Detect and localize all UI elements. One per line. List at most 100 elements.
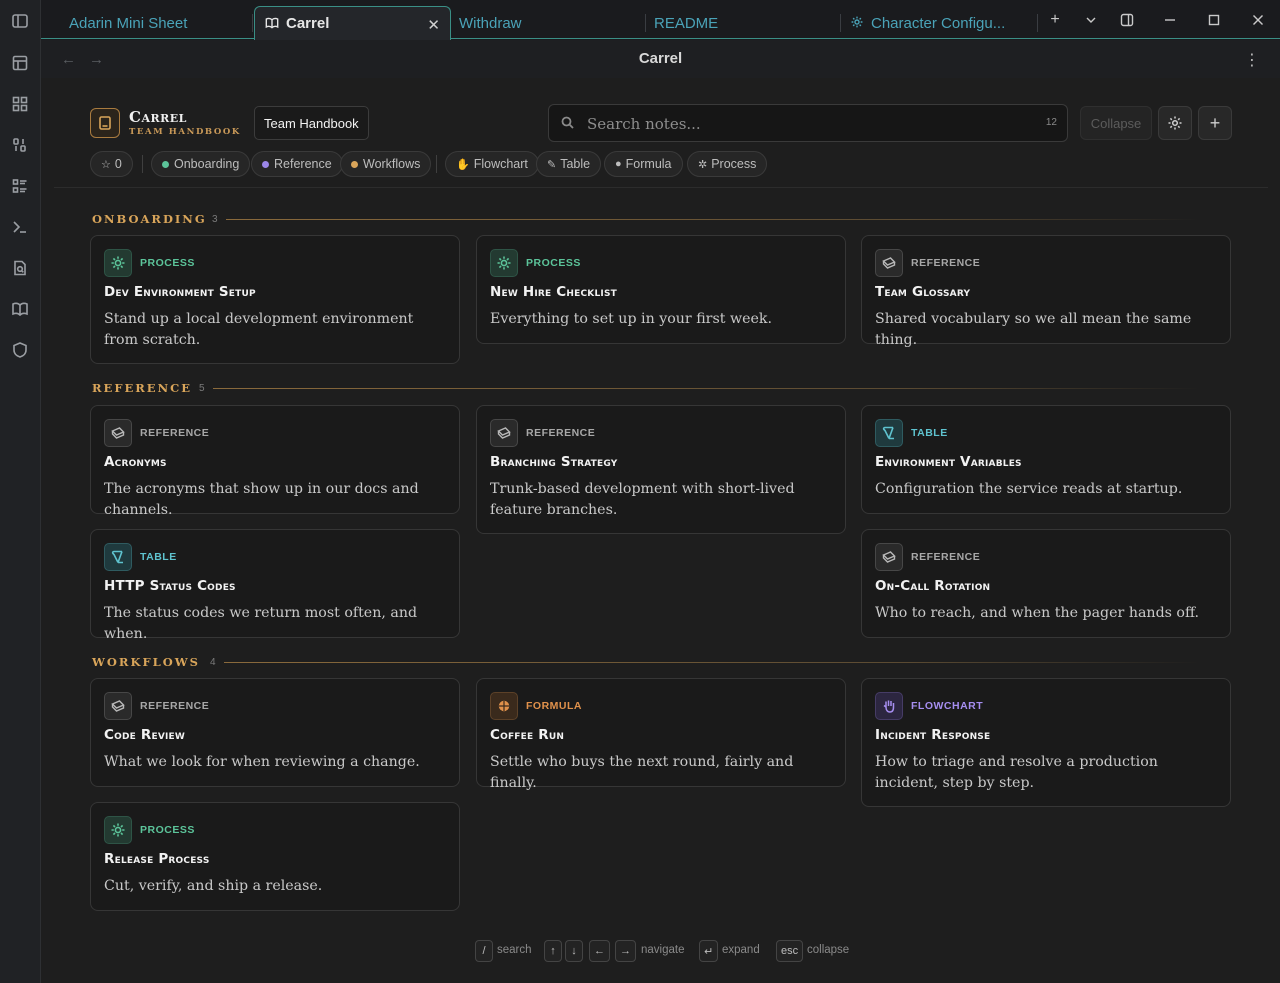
chip-label: Process: [711, 157, 757, 171]
collapse-button[interactable]: Collapse: [1080, 106, 1152, 140]
card-title: Branching Strategy: [490, 454, 618, 470]
brand-subtitle: TEAM HANDBOOK: [129, 127, 241, 137]
card-type: PROCESS: [140, 824, 195, 836]
tab-carrel[interactable]: Carrel ✕: [254, 6, 451, 40]
new-tab-icon[interactable]: +: [1045, 10, 1065, 30]
minimize-icon[interactable]: [1160, 10, 1180, 30]
maximize-icon[interactable]: [1204, 10, 1224, 30]
tab-withdraw[interactable]: Withdraw: [459, 6, 639, 40]
kbd-left: ←: [589, 940, 610, 962]
chip-flowchart[interactable]: ✋ Flowchart: [445, 151, 539, 177]
card-team-glossary[interactable]: REFERENCE Team Glossary Shared vocabular…: [861, 235, 1231, 348]
search-input[interactable]: [587, 113, 1007, 135]
binary-icon[interactable]: [9, 134, 31, 156]
dot-icon: [162, 160, 169, 168]
add-note-button[interactable]: +: [1198, 106, 1232, 140]
chip-label: Workflows: [363, 157, 421, 171]
card-coffee-run[interactable]: FORMULA Coffee Run Settle who buys the n…: [476, 678, 846, 791]
chip-reference[interactable]: Reference: [251, 151, 343, 177]
terminal-icon[interactable]: [9, 216, 31, 238]
card-acronyms[interactable]: REFERENCE Acronyms The acronyms that sho…: [90, 405, 460, 518]
file-search-icon[interactable]: [9, 257, 31, 279]
book-icon: [875, 543, 903, 571]
card-new-hire-checklist[interactable]: PROCESS New Hire Checklist Everything to…: [476, 235, 846, 344]
search-count: 12: [1045, 117, 1057, 128]
brand-title: Carrel: [129, 108, 187, 126]
list-icon[interactable]: [9, 175, 31, 197]
tab-character-config[interactable]: Character Configu...: [850, 6, 1032, 40]
card-type: REFERENCE: [911, 257, 981, 269]
card-environment-variables[interactable]: TABLE Environment Variables Configuratio…: [861, 405, 1231, 514]
view-header: ← → Carrel ⋮: [41, 40, 1280, 78]
kbd-up: ↑: [544, 940, 562, 962]
kbd-esc: esc: [776, 940, 804, 962]
dashboard-icon[interactable]: [9, 93, 31, 115]
card-title: New Hire Checklist: [490, 284, 617, 300]
card-title: Dev Environment Setup: [104, 284, 256, 300]
card-incident-response[interactable]: FLOWCHART Incident Response How to triag…: [861, 678, 1231, 807]
scroll-icon: ✎: [547, 158, 557, 171]
view-title: Carrel: [638, 50, 683, 67]
kbd-right: →: [615, 940, 636, 962]
chip-label: Reference: [274, 157, 332, 171]
book-icon: [90, 108, 120, 138]
chip-label: Formula: [625, 157, 672, 171]
tab-underline: [451, 38, 1280, 39]
section-title-reference: REFERENCE: [92, 381, 193, 395]
card-release-process[interactable]: PROCESS Release Process Cut, verify, and…: [90, 802, 460, 911]
right-sidebar-icon[interactable]: [1117, 10, 1137, 30]
card-title: Acronyms: [104, 454, 167, 470]
card-title: Environment Variables: [875, 454, 1022, 470]
card-title: HTTP Status Codes: [104, 578, 236, 594]
card-title: Team Glossary: [875, 284, 971, 300]
card-description: How to triage and resolve a production i…: [875, 754, 1158, 791]
favorites-chip[interactable]: ☆ 0: [90, 151, 133, 177]
tab-separator: [1037, 14, 1038, 32]
card-type: REFERENCE: [911, 551, 981, 563]
card-description: Shared vocabulary so we all mean the sam…: [875, 311, 1192, 348]
gear-icon: [104, 249, 132, 277]
card-title: Code Review: [104, 727, 186, 743]
scroll-icon: [104, 543, 132, 571]
more-options-icon[interactable]: ⋮: [1244, 50, 1260, 70]
card-description: Everything to set up in your first week.: [490, 311, 772, 327]
gear-icon: [490, 249, 518, 277]
chip-process[interactable]: ✲ Process: [687, 151, 768, 177]
chip-separator: [436, 155, 437, 173]
settings-button[interactable]: [1158, 106, 1192, 140]
tab-adarin-mini-sheet[interactable]: Adarin Mini Sheet: [69, 6, 249, 40]
shield-icon[interactable]: [9, 339, 31, 361]
chevron-down-icon[interactable]: [1081, 10, 1101, 30]
card-http-status-codes[interactable]: TABLE HTTP Status Codes The status codes…: [90, 529, 460, 642]
book-open-icon: [265, 16, 281, 32]
sidebar-toggle-icon[interactable]: [9, 10, 31, 32]
section-title-onboarding: ONBOARDING: [92, 212, 207, 226]
section-title-workflows: WORKFLOWS: [92, 655, 200, 669]
dot-icon: [351, 160, 358, 168]
card-branching-strategy[interactable]: REFERENCE Branching Strategy Trunk-based…: [476, 405, 846, 534]
layout-icon[interactable]: [9, 52, 31, 74]
chip-workflows[interactable]: Workflows: [340, 151, 432, 177]
tab-label: Adarin Mini Sheet: [69, 14, 188, 32]
card-dev-environment-setup[interactable]: PROCESS Dev Environment Setup Stand up a…: [90, 235, 460, 364]
close-icon[interactable]: ✕: [427, 16, 440, 34]
chip-table[interactable]: ✎ Table: [536, 151, 602, 177]
dot-icon: [262, 160, 269, 168]
hint-expand: expand: [722, 944, 760, 956]
section-count: 4: [210, 657, 216, 668]
tab-label: README: [654, 14, 719, 32]
chip-onboarding[interactable]: Onboarding: [151, 151, 251, 177]
card-code-review[interactable]: REFERENCE Code Review What we look for w…: [90, 678, 460, 787]
card-on-call-rotation[interactable]: REFERENCE On-Call Rotation Who to reach,…: [861, 529, 1231, 638]
book-open-icon[interactable]: [9, 298, 31, 320]
section-divider: [226, 219, 1200, 220]
gear-icon: [1168, 116, 1182, 130]
kbd-search: /: [475, 940, 493, 962]
tab-readme[interactable]: README: [654, 6, 834, 40]
card-description: What we look for when reviewing a change…: [104, 754, 420, 770]
card-description: Stand up a local development environment…: [104, 311, 414, 348]
close-window-icon[interactable]: [1248, 10, 1268, 30]
card-description: Settle who buys the next round, fairly a…: [490, 754, 794, 791]
tab-separator: [645, 14, 646, 32]
chip-formula[interactable]: ● Formula: [604, 151, 683, 177]
